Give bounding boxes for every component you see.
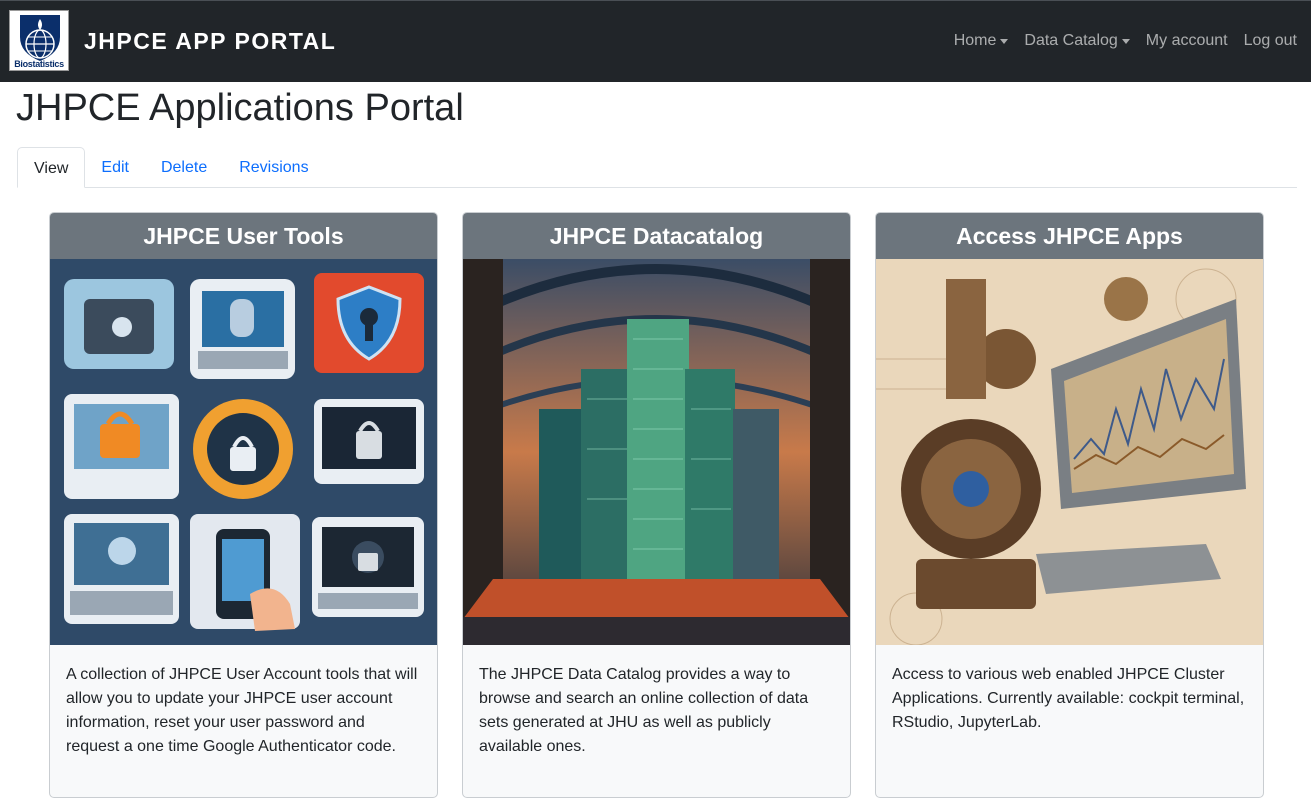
top-navbar: Biostatistics JHPCE APP PORTAL Home Data… bbox=[0, 0, 1311, 82]
card-title: JHPCE User Tools bbox=[50, 213, 437, 259]
nav-my-account-label: My account bbox=[1145, 32, 1228, 49]
tab-view[interactable]: View bbox=[17, 147, 86, 188]
nav-data-catalog-label: Data Catalog bbox=[1024, 32, 1118, 49]
card-description: A collection of JHPCE User Account tools… bbox=[66, 666, 418, 755]
card-description: The JHPCE Data Catalog provides a way to… bbox=[479, 666, 809, 755]
apps-illustration[interactable] bbox=[876, 259, 1263, 645]
nav-log-out-label: Log out bbox=[1243, 32, 1297, 49]
nav-home-label: Home bbox=[953, 32, 997, 49]
main-nav: Home Data Catalog My account Log out bbox=[954, 30, 1297, 52]
card-user-tools[interactable]: JHPCE User Tools A collection of JHPCE U… bbox=[49, 212, 438, 798]
card-access-apps[interactable]: Access JHPCE Apps Access to various web … bbox=[875, 212, 1264, 798]
tab-delete[interactable]: Delete bbox=[145, 147, 223, 188]
brand-title[interactable]: JHPCE APP PORTAL bbox=[84, 27, 336, 55]
datacatalog-illustration[interactable] bbox=[463, 259, 850, 645]
chevron-down-icon bbox=[1121, 38, 1130, 44]
logo-text: Biostatistics bbox=[14, 59, 64, 69]
tab-revisions[interactable]: Revisions bbox=[223, 147, 324, 188]
nav-data-catalog[interactable]: Data Catalog bbox=[1024, 30, 1130, 52]
nav-log-out[interactable]: Log out bbox=[1244, 30, 1297, 52]
card-description: Access to various web enabled JHPCE Clus… bbox=[892, 666, 1245, 731]
local-tasks-tabs: View Edit Delete Revisions bbox=[17, 147, 1297, 188]
user-tools-illustration[interactable] bbox=[50, 259, 437, 645]
biostatistics-logo[interactable]: Biostatistics bbox=[9, 10, 69, 71]
chevron-down-icon bbox=[1000, 38, 1009, 44]
nav-home[interactable]: Home bbox=[954, 30, 1009, 52]
card-title: JHPCE Datacatalog bbox=[463, 213, 850, 259]
page-title: JHPCE Applications Portal bbox=[16, 87, 464, 129]
tab-edit[interactable]: Edit bbox=[85, 147, 145, 188]
card-title: Access JHPCE Apps bbox=[876, 213, 1263, 259]
nav-my-account[interactable]: My account bbox=[1146, 30, 1228, 52]
card-datacatalog[interactable]: JHPCE Datacatalog The JHPCE Data Catalog… bbox=[462, 212, 851, 798]
